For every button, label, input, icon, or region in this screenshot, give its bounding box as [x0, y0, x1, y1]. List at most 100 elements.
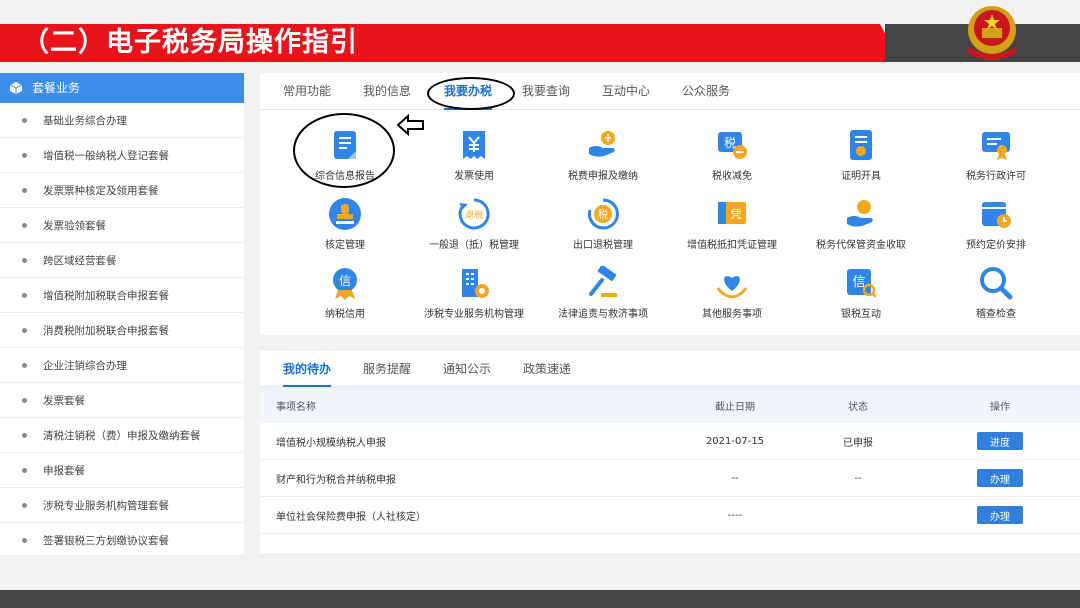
- building-gear-icon: [462, 269, 489, 298]
- column-name: 事项名称: [276, 401, 316, 413]
- export-tax-icon: 税: [587, 198, 619, 230]
- table-row: 增值税小规模纳税人申报 2021-07-15 已申报 进度: [260, 423, 1080, 460]
- tax-minus-icon: 税: [718, 132, 747, 159]
- svg-text:退税: 退税: [465, 209, 483, 221]
- bullet-icon: [22, 537, 27, 543]
- sidebar-item[interactable]: 增值税附加税联合申报套餐: [0, 278, 244, 313]
- sidebar-item[interactable]: 跨区域经营套餐: [0, 243, 244, 278]
- service-admin-license[interactable]: 税务行政许可: [926, 128, 1066, 182]
- sidebar-item[interactable]: 基础业务综合办理: [0, 103, 244, 138]
- row-name: 增值税小规模纳税人申报: [276, 437, 386, 449]
- magnifier-icon: [980, 267, 1013, 300]
- handle-button[interactable]: 办理: [977, 506, 1023, 524]
- sidebar-item[interactable]: 增值税一般纳税人登记套餐: [0, 138, 244, 173]
- cube-icon: [10, 82, 22, 94]
- left-arrow-icon: [396, 114, 424, 136]
- row-deadline: --: [731, 472, 739, 484]
- column-status: 状态: [848, 401, 868, 413]
- invoice-yuan-icon: [463, 131, 485, 159]
- sidebar-header[interactable]: 套餐业务: [0, 73, 244, 103]
- service-inspection[interactable]: 稽查检查: [926, 266, 1066, 320]
- sidebar-item[interactable]: 签署银税三方划缴协议套餐: [0, 523, 244, 555]
- voucher-icon: 凭: [718, 202, 746, 224]
- service-tax-credit[interactable]: 信 纳税信用: [275, 266, 415, 320]
- sidebar-item[interactable]: 发票票种核定及领用套餐: [0, 173, 244, 208]
- main-tabs: 常用功能 我的信息 我要办税 我要查询 互动中心 公众服务: [260, 73, 1080, 110]
- column-deadline: 截止日期: [715, 401, 755, 413]
- service-custody-funds[interactable]: 税务代保管资金收取: [791, 197, 931, 251]
- stamp-icon: [329, 198, 361, 230]
- bullet-icon: [22, 187, 27, 193]
- tab-my-todo[interactable]: 我的待办: [283, 351, 332, 387]
- service-certificate[interactable]: 证明开具: [791, 128, 931, 182]
- tab-policy[interactable]: 政策速递: [523, 351, 571, 387]
- hand-fund-icon: [847, 200, 873, 227]
- heart-hands-icon: [716, 276, 748, 299]
- calendar-clock-icon: [982, 202, 1011, 228]
- sidebar-item[interactable]: 消费税附加税联合申报套餐: [0, 313, 244, 348]
- bullet-icon: [22, 502, 27, 508]
- tab-public-service[interactable]: 公众服务: [682, 73, 730, 110]
- progress-button[interactable]: 进度: [977, 432, 1023, 450]
- gavel-icon: [589, 266, 617, 297]
- row-name: 单位社会保险费申报（人社核定）: [276, 511, 426, 523]
- bullet-icon: [22, 432, 27, 438]
- service-legal-remedy[interactable]: 法律追责与救济事项: [533, 266, 673, 320]
- column-action: 操作: [990, 401, 1010, 413]
- certificate-icon: [850, 130, 872, 160]
- handle-button[interactable]: 办理: [977, 469, 1023, 487]
- row-status: [808, 497, 908, 533]
- sidebar-item[interactable]: 发票套餐: [0, 383, 244, 418]
- bullet-icon: [22, 292, 27, 298]
- tab-common[interactable]: 常用功能: [283, 73, 331, 110]
- svg-text:信: 信: [339, 274, 351, 288]
- service-tax-filing[interactable]: 税费申报及缴纳: [533, 128, 673, 182]
- package-sidebar: 套餐业务 基础业务综合办理 增值税一般纳税人登记套餐 发票票种核定及领用套餐 发…: [0, 73, 244, 555]
- footer-bar: [0, 590, 1080, 608]
- tab-notices[interactable]: 通知公示: [443, 351, 491, 387]
- row-deadline: 2021-07-15: [705, 435, 765, 447]
- credit-badge-icon: 信: [333, 268, 357, 300]
- national-emblem-icon: [967, 6, 1017, 60]
- tab-query[interactable]: 我要查询: [522, 73, 570, 110]
- row-deadline: ----: [727, 509, 743, 521]
- svg-text:税: 税: [598, 208, 608, 221]
- sidebar-item[interactable]: 涉税专业服务机构管理套餐: [0, 488, 244, 523]
- service-bank-tax[interactable]: 信 银税互动: [791, 266, 931, 320]
- bullet-icon: [22, 152, 27, 158]
- sidebar-item[interactable]: 发票验领套餐: [0, 208, 244, 243]
- todo-panel: 我的待办 服务提醒 通知公示 政策速递 事项名称 截止日期 状态 操作 增值税小…: [260, 351, 1080, 553]
- refund-icon: 退税: [458, 198, 490, 230]
- sidebar-item[interactable]: 清税注销税（费）申报及缴纳套餐: [0, 418, 244, 453]
- tab-service-reminder[interactable]: 服务提醒: [363, 351, 411, 387]
- service-voucher[interactable]: 凭 增值税抵扣凭证管理: [662, 197, 802, 251]
- bullet-icon: [22, 327, 27, 333]
- service-assessment[interactable]: 核定管理: [275, 197, 415, 251]
- row-name: 财产和行为税合并纳税申报: [276, 474, 396, 486]
- svg-text:凭: 凭: [731, 207, 742, 221]
- tab-my-info[interactable]: 我的信息: [363, 73, 411, 110]
- table-row: 财产和行为税合并纳税申报 -- -- 办理: [260, 460, 1080, 497]
- sidebar-item[interactable]: 企业注销综合办理: [0, 348, 244, 383]
- table-row: 单位社会保险费申报（人社核定） ---- 办理: [260, 497, 1080, 534]
- bullet-icon: [22, 257, 27, 263]
- table-header: 事项名称 截止日期 状态 操作: [260, 387, 1080, 423]
- tab-interaction[interactable]: 互动中心: [602, 73, 650, 110]
- service-export-refund[interactable]: 税 出口退税管理: [533, 197, 673, 251]
- highlight-ellipse-service: [293, 113, 395, 188]
- service-invoice-use[interactable]: 发票使用: [404, 128, 544, 182]
- license-badge-icon: [982, 132, 1010, 160]
- service-other[interactable]: 其他服务事项: [662, 266, 802, 320]
- service-refund[interactable]: 退税 一般退（抵）税管理: [404, 197, 544, 251]
- sidebar-item[interactable]: 申报套餐: [0, 453, 244, 488]
- row-status: 已申报: [843, 437, 873, 449]
- sidebar-title: 套餐业务: [32, 81, 81, 95]
- services-panel: 常用功能 我的信息 我要办税 我要查询 互动中心 公众服务 综合信息报告 发票使…: [260, 73, 1080, 335]
- service-tax-reduction[interactable]: 税 税收减免: [662, 128, 802, 182]
- svg-text:税: 税: [724, 136, 736, 150]
- hand-coin-icon: [589, 131, 615, 157]
- service-pricing-arrangement[interactable]: 预约定价安排: [926, 197, 1066, 251]
- todo-tabs: 我的待办 服务提醒 通知公示 政策速递: [260, 351, 1080, 387]
- highlight-ellipse-tab: [427, 77, 515, 110]
- service-agency-management[interactable]: 涉税专业服务机构管理: [404, 266, 544, 320]
